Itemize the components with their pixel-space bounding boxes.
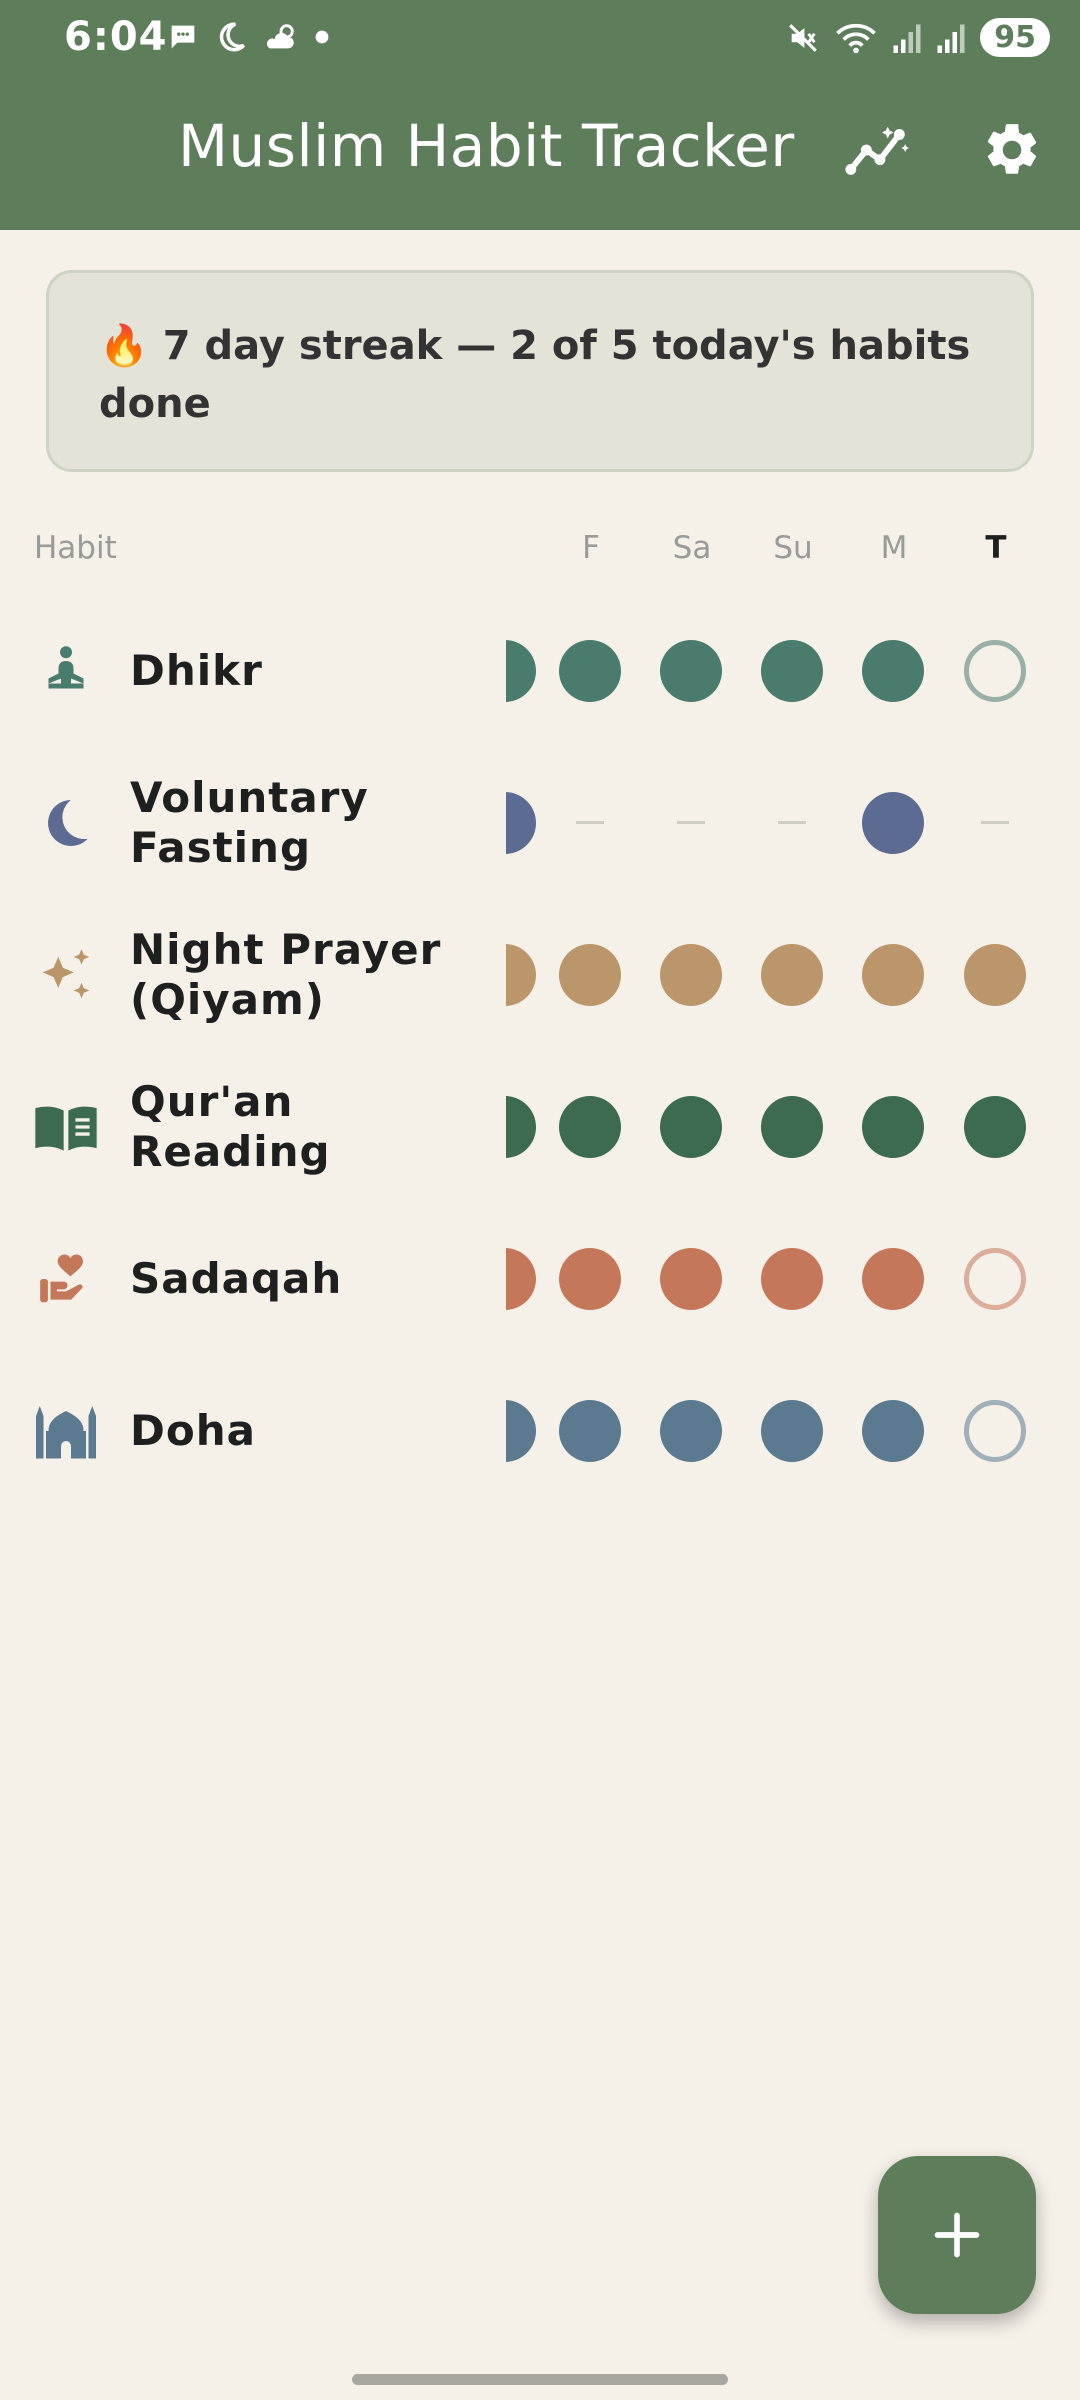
wifi-icon: [836, 23, 877, 53]
completed-day-dot[interactable]: [761, 1400, 823, 1462]
completed-day-dot[interactable]: [506, 1248, 536, 1310]
table-header: Habit F Sa Su M T: [0, 520, 1080, 580]
streak-summary-card: 🔥 7 day streak — 2 of 5 today's habits d…: [46, 270, 1034, 472]
signal-2-icon: [937, 24, 965, 53]
habit-column-header: Habit: [34, 530, 117, 566]
day-header-friday: F: [582, 530, 600, 566]
completed-day-dot[interactable]: [862, 1096, 924, 1158]
completed-day-dot[interactable]: [660, 1096, 722, 1158]
sparkles-icon: [30, 942, 102, 1008]
habit-row-dhikr[interactable]: Dhikr: [0, 596, 1080, 746]
no-entry-dash[interactable]: [677, 821, 705, 824]
habit-row-sadaqah[interactable]: Sadaqah: [0, 1204, 1080, 1354]
day-header-sunday: Su: [773, 530, 813, 566]
completed-day-dot[interactable]: [660, 944, 722, 1006]
home-indicator[interactable]: [352, 2374, 728, 2385]
completed-day-dot[interactable]: [964, 944, 1026, 1006]
completed-day-dot[interactable]: [761, 1096, 823, 1158]
settings-button[interactable]: [972, 110, 1052, 190]
signal-1-icon: [893, 24, 921, 53]
completed-day-dot[interactable]: [862, 792, 924, 854]
mute-icon: [789, 23, 818, 52]
habit-name: Voluntary Fasting: [130, 773, 369, 872]
status-time: 6:04: [64, 14, 168, 60]
habit-row-night-prayer[interactable]: Night Prayer (Qiyam): [0, 900, 1080, 1050]
meditation-icon: [30, 638, 102, 704]
habit-dots: [506, 1356, 1080, 1506]
system-icons: 95: [786, 18, 1050, 57]
completed-day-dot[interactable]: [660, 1248, 722, 1310]
app-title: Muslim Habit Tracker: [178, 112, 795, 180]
add-habit-button[interactable]: [878, 2156, 1036, 2314]
completed-day-dot[interactable]: [559, 1400, 621, 1462]
streak-text: 7 day streak — 2 of 5 today's habits don…: [99, 323, 971, 427]
completed-day-dot[interactable]: [660, 640, 722, 702]
plus-icon: [934, 2212, 980, 2258]
habit-row-doha[interactable]: Doha: [0, 1356, 1080, 1506]
no-entry-dash[interactable]: [778, 821, 806, 824]
incomplete-day-dot[interactable]: [964, 640, 1026, 702]
habit-dots: [506, 748, 1080, 898]
habit-name: Night Prayer (Qiyam): [130, 925, 442, 1024]
battery-indicator: 95: [980, 18, 1050, 57]
day-header-monday: M: [880, 530, 908, 566]
incomplete-day-dot[interactable]: [964, 1400, 1026, 1462]
notification-icons: [166, 20, 330, 54]
crescent-moon-icon: [30, 790, 102, 856]
completed-day-dot[interactable]: [862, 1400, 924, 1462]
stats-button[interactable]: [838, 110, 918, 190]
day-header-today: T: [985, 530, 1007, 566]
dot-icon: [315, 30, 329, 44]
charity-hand-heart-icon: [30, 1246, 102, 1312]
completed-day-dot[interactable]: [862, 640, 924, 702]
habit-dots: [506, 596, 1080, 746]
completed-day-dot[interactable]: [862, 944, 924, 1006]
app-bar: 6:04 95 Muslim Habit Tracker: [0, 0, 1080, 230]
crescent-status-icon: [219, 22, 246, 52]
status-bar: 6:04 95: [0, 0, 1080, 80]
completed-day-dot[interactable]: [964, 1096, 1026, 1158]
habit-name: Doha: [130, 1406, 256, 1455]
open-book-icon: [30, 1094, 102, 1160]
completed-day-dot[interactable]: [761, 1248, 823, 1310]
completed-day-dot[interactable]: [862, 1248, 924, 1310]
habit-dots: [506, 900, 1080, 1050]
fire-icon: 🔥: [99, 323, 149, 369]
completed-day-dot[interactable]: [660, 1400, 722, 1462]
completed-day-dot[interactable]: [761, 944, 823, 1006]
completed-day-dot[interactable]: [559, 944, 621, 1006]
habit-row-voluntary-fasting[interactable]: Voluntary Fasting: [0, 748, 1080, 898]
habit-name: Qur'an Reading: [130, 1077, 331, 1176]
completed-day-dot[interactable]: [506, 640, 536, 702]
completed-day-dot[interactable]: [761, 640, 823, 702]
completed-day-dot[interactable]: [506, 944, 536, 1006]
habit-dots: [506, 1204, 1080, 1354]
incomplete-day-dot[interactable]: [964, 1248, 1026, 1310]
day-header-saturday: Sa: [672, 530, 712, 566]
no-entry-dash[interactable]: [576, 821, 604, 824]
completed-day-dot[interactable]: [559, 1248, 621, 1310]
completed-day-dot[interactable]: [559, 640, 621, 702]
completed-day-dot[interactable]: [506, 1400, 536, 1462]
cloud-sun-icon: [266, 24, 294, 49]
habit-row-quran-reading[interactable]: Qur'an Reading: [0, 1052, 1080, 1202]
habit-dots: [506, 1052, 1080, 1202]
mosque-icon: [30, 1398, 102, 1464]
no-entry-dash[interactable]: [981, 821, 1009, 824]
completed-day-dot[interactable]: [506, 1096, 536, 1158]
completed-day-dot[interactable]: [506, 792, 536, 854]
habit-name: Sadaqah: [130, 1254, 343, 1303]
stats-chart-icon: [845, 126, 910, 175]
chat-bubble-icon: [171, 25, 195, 49]
completed-day-dot[interactable]: [559, 1096, 621, 1158]
habit-name: Dhikr: [130, 646, 263, 695]
gear-icon: [987, 124, 1037, 174]
